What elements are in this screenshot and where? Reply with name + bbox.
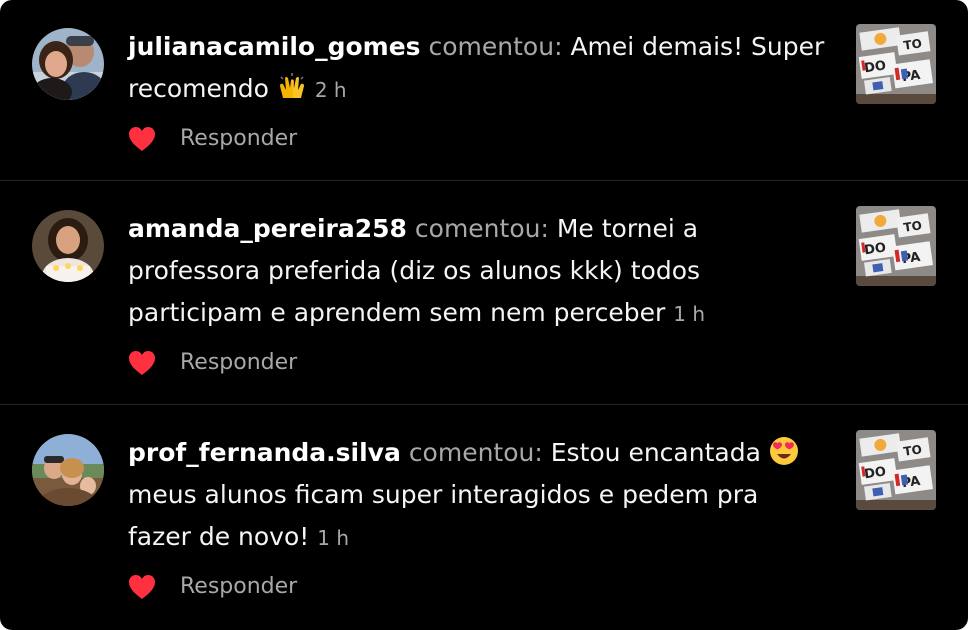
avatar[interactable] <box>32 434 104 506</box>
comment-verb: comentou: <box>414 214 549 243</box>
heart-icon[interactable] <box>128 574 156 600</box>
thumb-label-do: DO <box>863 58 887 76</box>
comments-panel: julianacamilo_gomes comentou: Amei demai… <box>0 0 968 630</box>
heart-eyes-emoji-icon <box>769 436 799 466</box>
heart-icon[interactable] <box>128 126 156 152</box>
comment-body-part2: meus alunos ficam super interagidos e pe… <box>128 480 759 551</box>
comment-text: amanda_pereira258 comentou: Me tornei a … <box>128 208 828 335</box>
comment-text: prof_fernanda.silva comentou: Estou enca… <box>128 432 828 559</box>
comment-item: amanda_pereira258 comentou: Me tornei a … <box>0 181 968 404</box>
comment-body-part1: Estou encantada <box>550 438 761 467</box>
thumb-label-do: DO <box>863 464 887 482</box>
thumb-label-to: TO <box>903 36 923 52</box>
post-thumbnail[interactable]: TO DO PA <box>856 206 936 286</box>
raising-hands-emoji-icon <box>277 72 307 102</box>
thumb-label-to: TO <box>903 218 923 234</box>
avatar[interactable] <box>32 28 104 100</box>
thumb-label-do: DO <box>863 240 887 258</box>
comment-timestamp: 2 h <box>314 78 347 102</box>
post-thumbnail[interactable]: TO DO PA <box>856 24 936 104</box>
post-thumbnail[interactable]: TO DO PA <box>856 430 936 510</box>
comment-verb: comentou: <box>428 32 563 61</box>
heart-icon[interactable] <box>128 350 156 376</box>
comment-username[interactable]: prof_fernanda.silva <box>128 438 401 467</box>
comment-username[interactable]: amanda_pereira258 <box>128 214 407 243</box>
reply-button[interactable]: Responder <box>180 126 297 151</box>
comment-verb: comentou: <box>408 438 543 467</box>
avatar[interactable] <box>32 210 104 282</box>
comment-username[interactable]: julianacamilo_gomes <box>128 32 421 61</box>
comment-text: julianacamilo_gomes comentou: Amei demai… <box>128 26 828 111</box>
comment-timestamp: 1 h <box>673 302 705 326</box>
comment-item: julianacamilo_gomes comentou: Amei demai… <box>0 0 968 180</box>
comment-timestamp: 1 h <box>317 526 350 550</box>
comment-item: prof_fernanda.silva comentou: Estou enca… <box>0 405 968 630</box>
reply-button[interactable]: Responder <box>180 350 297 375</box>
thumb-label-to: TO <box>903 442 923 458</box>
reply-button[interactable]: Responder <box>180 574 297 599</box>
